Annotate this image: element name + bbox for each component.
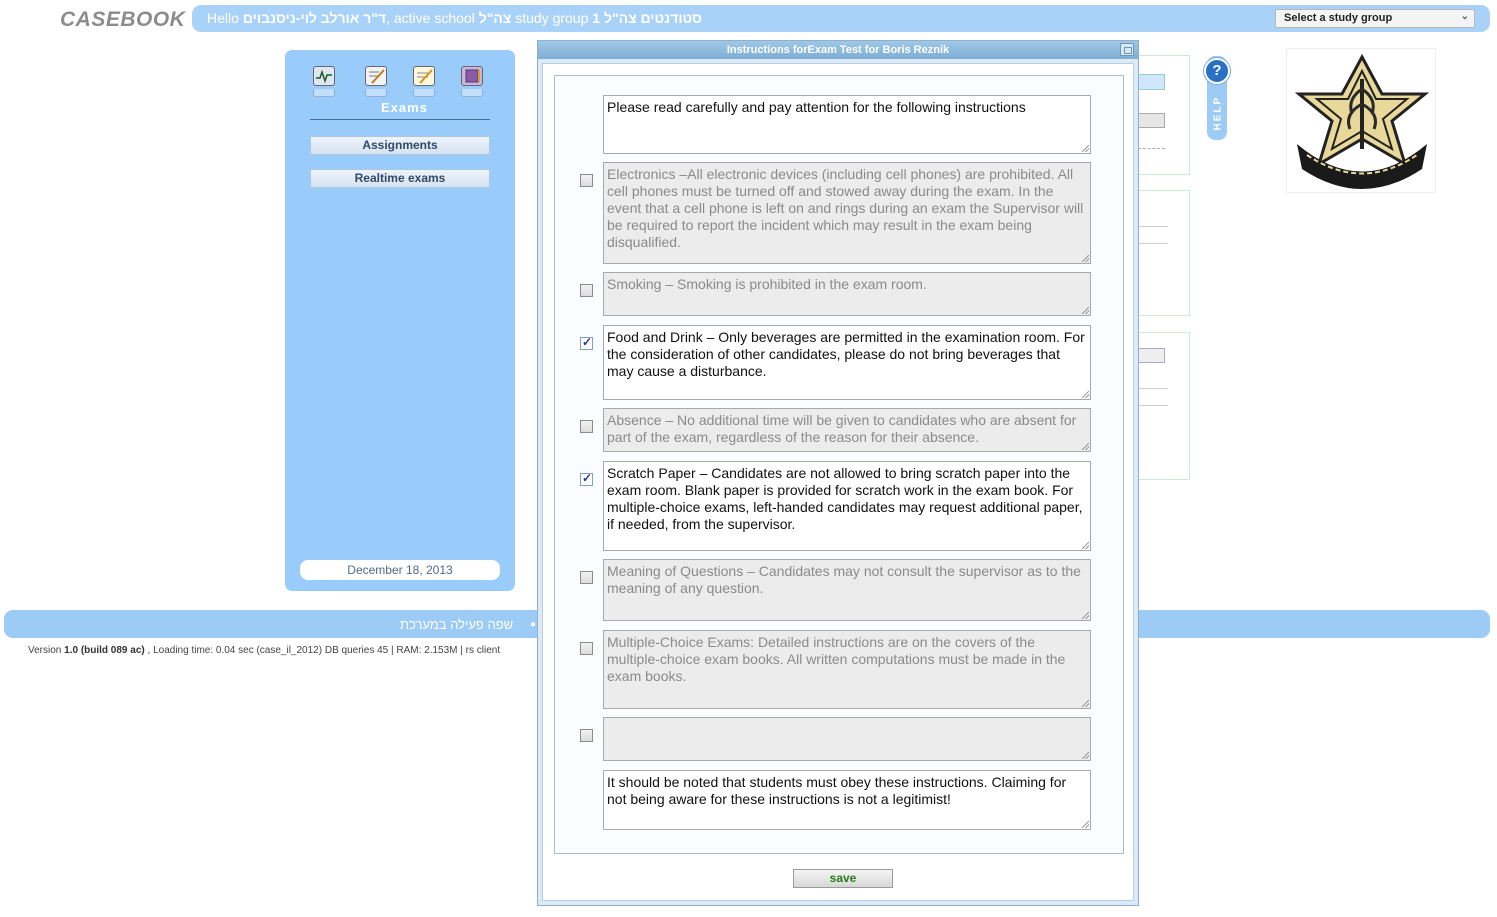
background-divider (1138, 226, 1168, 227)
rule-textarea[interactable]: Electronics –All electronic devices (inc… (603, 162, 1091, 264)
version-number: 1.0 (build 089 ac) (64, 645, 145, 656)
maximize-icon[interactable] (1120, 43, 1134, 56)
greeting-group-prefix: study group (515, 10, 589, 26)
background-input (1138, 74, 1165, 90)
background-divider (1138, 388, 1168, 389)
save-button[interactable]: save (793, 869, 893, 888)
study-group-select-value: Select a study group (1284, 12, 1393, 24)
dialog-body: Please read carefully and pay attention … (542, 63, 1134, 901)
rule-textarea[interactable]: Scratch Paper – Candidates are not allow… (603, 461, 1091, 551)
background-panel (1135, 55, 1190, 175)
exam-notepad-icon[interactable] (413, 66, 437, 98)
idf-emblem-logo (1286, 48, 1436, 193)
version-details: , Loading time: 0.04 sec (case_il_2012) … (147, 645, 501, 656)
rule-checkbox[interactable] (580, 284, 593, 297)
background-divider (1138, 405, 1168, 406)
instructions-list: Please read carefully and pay attention … (554, 75, 1124, 854)
monitor-icon[interactable] (313, 66, 337, 98)
background-panel-2 (1135, 190, 1190, 316)
help-tab-label: HELP (1212, 95, 1224, 131)
chevron-down-icon: ⌄ (1460, 11, 1469, 22)
instructions-dialog: Instructions forExam Test for Boris Rezn… (537, 40, 1139, 906)
background-select (1138, 348, 1165, 363)
rule-textarea-empty[interactable] (603, 717, 1091, 761)
version-prefix: Version (28, 645, 62, 656)
dialog-title[interactable]: Instructions forExam Test for Boris Rezn… (538, 41, 1138, 59)
greeting-hello: Hello (207, 10, 239, 26)
rule-checkbox-checked[interactable] (580, 335, 593, 350)
background-panel-3 (1135, 332, 1190, 480)
sidebar: Exams Assignments Realtime exams Decembe… (285, 50, 515, 591)
help-icon[interactable]: ? (1204, 58, 1230, 84)
rule-textarea[interactable]: Absence – No additional time will be giv… (603, 408, 1091, 452)
greeting-school-prefix: , active school (386, 10, 475, 26)
book-icon[interactable] (461, 66, 485, 98)
greeting-user: ד"ר אורלב לוי-ניסנבוים (242, 10, 387, 26)
app-logo: CASEBOOK (60, 8, 186, 31)
version-info: Version 1.0 (build 089 ac) , Loading tim… (28, 645, 500, 656)
rule-checkbox[interactable] (580, 571, 593, 584)
rule-checkbox[interactable] (580, 642, 593, 655)
rule-checkbox[interactable] (580, 420, 593, 433)
active-language-label[interactable]: שפה פעילה במערכת (400, 617, 513, 632)
rule-textarea[interactable]: Meaning of Questions – Candidates may no… (603, 559, 1091, 621)
intro-textarea[interactable]: Please read carefully and pay attention … (603, 95, 1091, 154)
background-divider (1138, 148, 1165, 149)
sidebar-item-assignments[interactable]: Assignments (310, 136, 490, 155)
background-button (1138, 113, 1165, 128)
rule-checkbox[interactable] (580, 174, 593, 187)
background-divider (1138, 243, 1168, 244)
rule-textarea[interactable]: Food and Drink – Only beverages are perm… (603, 325, 1091, 400)
rule-checkbox[interactable] (580, 729, 593, 742)
study-group-select[interactable]: Select a study group ⌄ (1275, 9, 1475, 28)
sidebar-section-title: Exams (381, 100, 428, 115)
current-date: December 18, 2013 (300, 560, 500, 580)
sidebar-item-realtime-exams[interactable]: Realtime exams (310, 169, 490, 188)
edit-notes-icon[interactable] (365, 66, 389, 98)
closing-textarea[interactable]: It should be noted that students must ob… (603, 770, 1091, 830)
rule-textarea[interactable]: Multiple-Choice Exams: Detailed instruct… (603, 630, 1091, 709)
rule-checkbox-checked[interactable] (580, 471, 593, 486)
bullet-icon: ● (530, 619, 537, 630)
greeting-text: Hello ד"ר אורלב לוי-ניסנבוים, active sch… (207, 10, 702, 26)
sidebar-divider (310, 119, 490, 120)
greeting-school: צה"ל (478, 10, 512, 26)
greeting-group: 1 סטודנטים צה"ל (592, 10, 702, 26)
rule-textarea[interactable]: Smoking – Smoking is prohibited in the e… (603, 272, 1091, 316)
